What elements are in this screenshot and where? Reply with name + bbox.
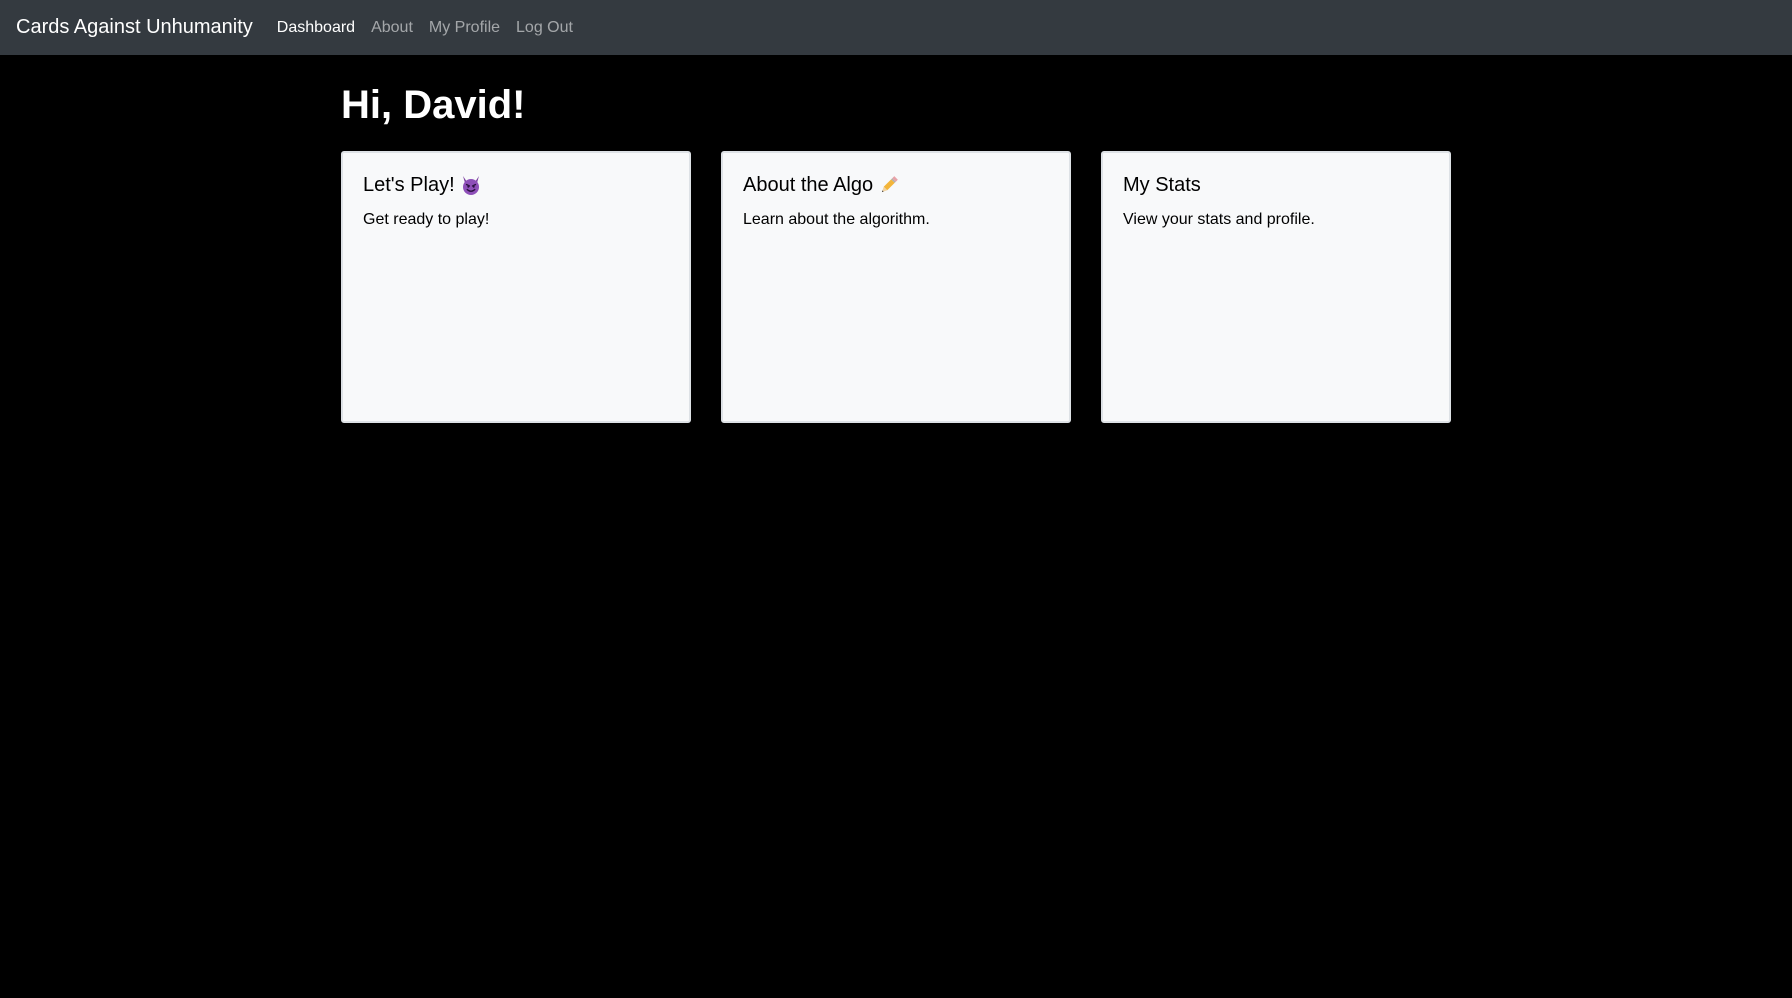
pencil-icon — [882, 176, 898, 193]
card-title: About the Algo — [743, 174, 874, 196]
card-deck: Let's Play! Get ready to play! About the… — [341, 151, 1451, 423]
navbar-brand[interactable]: Cards Against Unhumanity — [16, 16, 253, 39]
card-lets-play[interactable]: Let's Play! Get ready to play! — [341, 151, 691, 423]
card-title: Let's Play! — [363, 174, 455, 196]
card-title: My Stats — [1123, 174, 1201, 196]
nav-link-my-profile[interactable]: My Profile — [429, 19, 500, 37]
navbar: Cards Against Unhumanity Dashboard About… — [0, 0, 1792, 55]
card-my-stats[interactable]: My Stats View your stats and profile. — [1101, 151, 1451, 423]
card-title-row: My Stats — [1123, 173, 1429, 197]
card-about-the-algo[interactable]: About the Algo Learn about the algorithm… — [721, 151, 1071, 423]
nav-link-log-out[interactable]: Log Out — [516, 19, 573, 37]
smiling-devil-icon — [462, 176, 479, 195]
card-text: Learn about the algorithm. — [743, 211, 930, 228]
nav-link-about[interactable]: About — [371, 19, 413, 37]
main-content: Hi, David! Let's Play! Get ready to play… — [341, 55, 1451, 423]
card-title-row: About the Algo — [743, 173, 1049, 197]
greeting-heading: Hi, David! — [341, 83, 526, 127]
nav-links: Dashboard About My Profile Log Out — [277, 19, 589, 37]
card-title-row: Let's Play! — [363, 173, 669, 197]
nav-link-dashboard[interactable]: Dashboard — [277, 19, 355, 37]
card-text: Get ready to play! — [363, 211, 490, 228]
card-text: View your stats and profile. — [1123, 211, 1315, 228]
